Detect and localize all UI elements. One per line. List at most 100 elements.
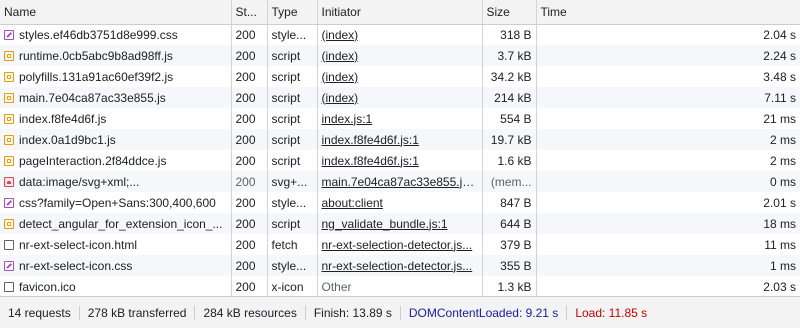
status-cell: 200 [231,108,268,129]
js-file-icon [4,50,14,61]
initiator-cell: index.f8fe4d6f.js:1 [317,129,483,150]
initiator-link[interactable]: (index) [322,91,359,105]
initiator-cell: Other [317,276,483,297]
js-file-icon [4,71,14,82]
request-name-cell[interactable]: index.0a1d9bc1.js [0,129,232,150]
table-row[interactable]: polyfills.131a91ac60ef39f2.js 200 script (i… [0,66,800,87]
request-name: detect_angular_for_extension_icon_... [19,216,223,231]
size-cell: 847 B [482,192,537,213]
css-file-icon [4,260,14,271]
request-name-cell[interactable]: nr-ext-select-icon.html [0,234,232,255]
column-header-status[interactable]: St... [231,0,268,25]
size-cell: 355 B [482,255,537,276]
type-cell: script [267,45,318,66]
size-cell: 1.6 kB [482,150,537,171]
request-name-cell[interactable]: pageInteraction.2f84ddce.js [0,150,232,171]
table-row[interactable]: index.0a1d9bc1.js 200 script index.f8fe4d6f… [0,129,800,150]
initiator-cell: (index) [317,45,483,66]
status-cell: 200 [231,150,268,171]
initiator-link[interactable]: main.7e04ca87ac33e855.js:1 [322,175,479,189]
js-file-icon [4,218,14,229]
initiator-link[interactable]: index.f8fe4d6f.js:1 [322,154,419,168]
size-cell: (mem... [482,171,537,192]
js-file-icon [4,92,14,103]
table-row[interactable]: data:image/svg+xml;... 200 svg+... main.7e0… [0,171,800,192]
size-cell: 554 B [482,108,537,129]
request-name-cell[interactable]: detect_angular_for_extension_icon_... [0,213,232,234]
size-cell: 3.7 kB [482,45,537,66]
time-cell: 2.01 s [763,195,796,210]
table-row[interactable]: index.f8fe4d6f.js 200 script index.js:1 554 … [0,108,800,129]
initiator-link[interactable]: index.js:1 [322,112,373,126]
column-header-time[interactable]: Time [536,0,800,25]
initiator-link[interactable]: (index) [322,70,359,84]
request-name-cell[interactable]: main.7e04ca87ac33e855.js [0,87,232,108]
request-count: 14 requests [0,305,80,320]
css-file-icon [4,197,14,208]
time-cell: 2.04 s [763,27,796,42]
initiator-link[interactable]: nr-ext-selection-detector.js... [322,259,473,273]
size-cell: 214 kB [482,87,537,108]
initiator-link[interactable]: (index) [322,49,359,63]
column-header-type[interactable]: Type [267,0,318,25]
network-requests-table: Name St... Type Initiator Size Time styl… [0,0,800,297]
css-file-icon [4,29,14,40]
type-cell: script [267,66,318,87]
initiator-cell: (index) [317,87,483,108]
request-name: css?family=Open+Sans:300,400,600 [19,195,216,210]
table-row[interactable]: detect_angular_for_extension_icon_... 200… [0,213,800,234]
request-name-cell[interactable]: index.f8fe4d6f.js [0,108,232,129]
initiator-link[interactable]: (index) [322,28,359,42]
column-header-initiator[interactable]: Initiator [317,0,483,25]
initiator-cell: index.f8fe4d6f.js:1 [317,150,483,171]
initiator-cell: nr-ext-selection-detector.js... [317,234,483,255]
type-cell: script [267,87,318,108]
initiator-link[interactable]: index.f8fe4d6f.js:1 [322,133,419,147]
type-cell: script [267,108,318,129]
status-cell: 200 [231,24,268,45]
request-name: pageInteraction.2f84ddce.js [19,153,167,168]
table-row[interactable]: pageInteraction.2f84ddce.js 200 script inde… [0,150,800,171]
request-name-cell[interactable]: polyfills.131a91ac60ef39f2.js [0,66,232,87]
table-row[interactable]: css?family=Open+Sans:300,400,600 200 style… [0,192,800,213]
initiator-cell: main.7e04ca87ac33e855.js:1 [317,171,483,192]
initiator-link[interactable]: ng_validate_bundle.js:1 [322,217,448,231]
size-cell: 19.7 kB [482,129,537,150]
request-name: main.7e04ca87ac33e855.js [19,90,166,105]
column-header-size[interactable]: Size [482,0,537,25]
request-name: runtime.0cb5abc9b8ad98ff.js [19,48,173,63]
initiator-text: Other [321,279,352,294]
time-cell: 1 ms [769,258,796,273]
table-row[interactable]: favicon.ico 200 x-icon Other 1.3 kB 2.03 s [0,276,800,297]
request-name-cell[interactable]: data:image/svg+xml;... [0,171,232,192]
transferred-size: 278 kB transferred [80,305,196,320]
table-row[interactable]: nr-ext-select-icon.css 200 style... nr-ext-… [0,255,800,276]
request-name-cell[interactable]: nr-ext-select-icon.css [0,255,232,276]
type-cell: script [267,129,318,150]
status-cell: 200 [231,192,268,213]
initiator-cell: about:client [317,192,483,213]
image-file-icon [4,176,14,187]
time-cell: 11 ms [764,237,796,252]
status-cell: 200 [231,66,268,87]
status-cell: 200 [231,129,268,150]
request-name-cell[interactable]: styles.ef46db3751d8e999.css [0,24,232,45]
request-name-cell[interactable]: favicon.ico [0,276,232,297]
column-header-name[interactable]: Name [0,0,232,25]
initiator-cell: ng_validate_bundle.js:1 [317,213,483,234]
status-cell: 200 [231,171,268,192]
initiator-cell: nr-ext-selection-detector.js... [317,255,483,276]
request-name: nr-ext-select-icon.css [19,258,133,273]
initiator-link[interactable]: nr-ext-selection-detector.js... [322,238,473,252]
initiator-link[interactable]: about:client [322,196,383,210]
table-row[interactable]: runtime.0cb5abc9b8ad98ff.js 200 script (ind… [0,45,800,66]
table-row[interactable]: styles.ef46db3751d8e999.css 200 style... (i… [0,24,800,45]
resources-size: 284 kB resources [195,305,306,320]
request-name-cell[interactable]: css?family=Open+Sans:300,400,600 [0,192,232,213]
request-name-cell[interactable]: runtime.0cb5abc9b8ad98ff.js [0,45,232,66]
status-cell: 200 [231,45,268,66]
table-row[interactable]: main.7e04ca87ac33e855.js 200 script (index)… [0,87,800,108]
request-name: nr-ext-select-icon.html [19,237,138,252]
table-row[interactable]: nr-ext-select-icon.html 200 fetch nr-ext-se… [0,234,800,255]
time-cell: 2.03 s [763,279,796,294]
